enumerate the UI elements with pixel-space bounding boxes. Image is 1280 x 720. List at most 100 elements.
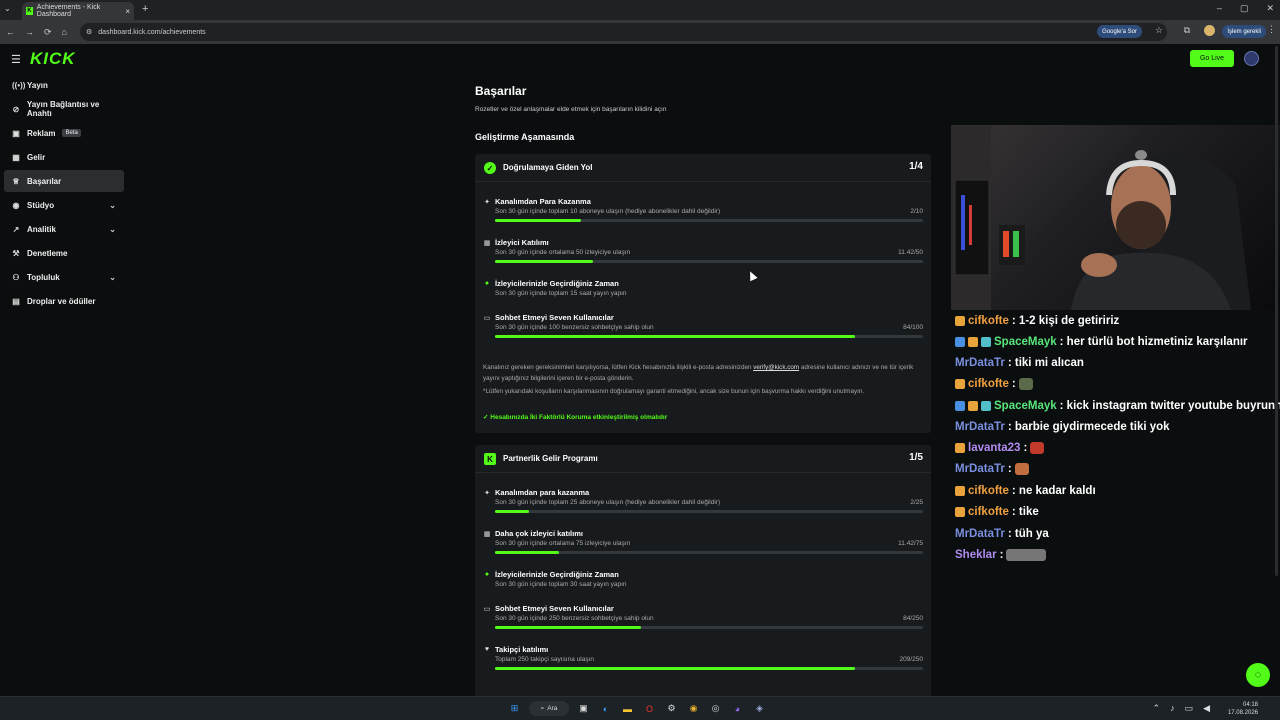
chat-text: : ne kadar kaldı xyxy=(1011,485,1096,497)
back-icon[interactable]: ← xyxy=(6,27,15,38)
sidebar-item-droplar[interactable]: ▤ Droplar ve ödüller xyxy=(4,290,124,312)
sidebar-item-stream-key[interactable]: ⊘ Yayın Bağlantısı ve Anahtı xyxy=(4,98,124,120)
chat-username[interactable]: cifkofte xyxy=(968,378,1009,390)
minimize-icon[interactable]: – xyxy=(1217,3,1222,14)
bookmark-star-icon[interactable]: ☆ xyxy=(1155,25,1163,36)
search-icon: ⌕ xyxy=(540,704,545,712)
extensions-icon[interactable]: ⧉ xyxy=(1184,25,1190,36)
browser-menu-icon[interactable]: ⋮ xyxy=(1267,24,1276,35)
obs-icon[interactable]: ◎ xyxy=(708,701,723,716)
maximize-icon[interactable]: ▢ xyxy=(1240,3,1249,14)
requirement-title: Takipçi katılımı xyxy=(495,645,549,654)
sidebar-item-analitik[interactable]: ↗ Analitik ⌄ xyxy=(4,218,124,240)
site-info-icon[interactable]: ⚙ xyxy=(86,28,92,36)
chat-text: : kick instagram twitter youtube buyrunn xyxy=(1059,400,1280,412)
chat-username[interactable]: MrDataTr xyxy=(955,421,1005,433)
profile-avatar[interactable] xyxy=(1204,25,1215,36)
settings-icon[interactable]: ⚙ xyxy=(664,701,679,716)
steam-icon[interactable]: ◈ xyxy=(752,701,767,716)
subscriber-badge-icon xyxy=(955,379,965,389)
page-scrollbar[interactable] xyxy=(1275,46,1278,576)
tray-chevron-icon[interactable]: ⌃ xyxy=(1153,703,1161,714)
close-window-icon[interactable]: ✕ xyxy=(1266,3,1274,14)
sidebar-item-label: Yayın xyxy=(27,80,48,90)
sidebar-item-label: Gelir xyxy=(27,152,46,162)
chat-text: : barbie giydirmecede tiki yok xyxy=(1007,421,1170,433)
chat-icon: ▭ xyxy=(483,606,491,613)
requirement-desc: Son 30 gün içinde 100 benzersiz sohbetçi… xyxy=(495,324,654,331)
support-chat-button[interactable]: ◌ xyxy=(1246,663,1270,687)
sidebar-item-label: Denetleme xyxy=(27,248,68,258)
forward-icon[interactable]: → xyxy=(25,27,34,38)
requirement-title: İzleyici Katılımı xyxy=(495,238,549,247)
subscriber-badge-icon xyxy=(955,486,965,496)
moderator-badge-icon xyxy=(955,401,965,411)
requirement-value: 209/250 xyxy=(899,656,924,663)
chat-username[interactable]: cifkofte xyxy=(968,506,1009,518)
sidebar-item-basarilar[interactable]: ♕ Başarılar xyxy=(4,170,124,192)
requirement-value: 11.42/50 xyxy=(898,249,923,256)
home-icon[interactable]: ⌂ xyxy=(62,27,67,38)
chat-username[interactable]: lavanta23 xyxy=(968,442,1020,454)
sidebar-item-studyo[interactable]: ◉ Stüdyo ⌄ xyxy=(4,194,124,216)
sidebar-item-gelir[interactable]: ▦ Gelir xyxy=(4,146,124,168)
chat-message: MrDataTr : xyxy=(955,461,1029,477)
chrome-icon[interactable]: ◉ xyxy=(686,701,701,716)
page-subtitle: Rozetler ve özel anlaşmalar elde etmek i… xyxy=(475,106,667,113)
chat-icon: ▭ xyxy=(483,315,491,322)
chat-username[interactable]: MrDataTr xyxy=(955,357,1005,369)
tab-search-icon[interactable]: ⌄ xyxy=(4,4,11,13)
user-avatar[interactable] xyxy=(1244,51,1259,66)
requirement-item: ✦ Kanalımdan Para Kazanma Son 30 gün içi… xyxy=(483,196,923,226)
chat-username[interactable]: cifkofte xyxy=(968,485,1009,497)
clock-date: 17.08.2026 xyxy=(1227,710,1258,716)
new-tab-icon[interactable]: + xyxy=(142,3,148,15)
taskbar-search[interactable]: ⌕ Ara xyxy=(529,701,569,716)
google-ask-button[interactable]: Google'a Sor xyxy=(1097,25,1142,38)
sidebar-item-label: Reklam xyxy=(27,128,56,138)
sidebar-item-reklam[interactable]: ▣ Reklam Beta xyxy=(4,122,124,144)
discord-icon[interactable]: ◕ xyxy=(730,701,745,716)
webcam-overlay xyxy=(951,125,1280,310)
chat-username[interactable]: SpaceMayk xyxy=(994,336,1057,348)
chat-username[interactable]: MrDataTr xyxy=(955,528,1005,540)
volume-icon[interactable]: ◀ xyxy=(1203,703,1210,714)
reload-icon[interactable]: ⟳ xyxy=(44,27,52,38)
chat-username[interactable]: MrDataTr xyxy=(955,463,1005,475)
emote-icon xyxy=(1006,549,1047,561)
sparkle-icon: ✦ xyxy=(484,490,490,497)
go-live-button[interactable]: Go Live xyxy=(1190,50,1234,67)
sidebar-item-denetleme[interactable]: ⚒ Denetleme xyxy=(4,242,124,264)
vip-badge-icon xyxy=(981,337,991,347)
browser-tab[interactable]: K Achievements - Kick Dashboard × xyxy=(22,2,134,20)
chat-username[interactable]: SpaceMayk xyxy=(994,400,1057,412)
chat-username[interactable]: Sheklar xyxy=(955,549,997,561)
sidebar-item-topluluk[interactable]: ⚇ Topluluk ⌄ xyxy=(4,266,124,288)
card-header: K Partnerlik Gelir Programı 1/5 xyxy=(475,445,931,473)
file-explorer-icon[interactable]: ▬ xyxy=(620,701,635,716)
microphone-icon[interactable]: ♪ xyxy=(1170,703,1175,714)
sidebar: ((•)) Yayın ⊘ Yayın Bağlantısı ve Anahtı… xyxy=(0,74,130,696)
network-icon[interactable]: ▭ xyxy=(1185,703,1194,714)
requirement-title: İzleyicilerinizle Geçirdiğiniz Zaman xyxy=(495,570,619,579)
chat-message: MrDataTr : tüh ya xyxy=(955,526,1049,542)
url-field[interactable]: ⚙ dashboard.kick.com/achievements xyxy=(80,23,1167,41)
chat-message: SpaceMayk : kick instagram twitter youtu… xyxy=(955,398,1280,414)
task-view-icon[interactable]: ▣ xyxy=(576,701,591,716)
menu-icon[interactable]: ☰ xyxy=(11,53,21,66)
taskbar-clock[interactable]: 04:18 17.08.2026 xyxy=(1228,701,1258,717)
edge-icon[interactable]: ◐ xyxy=(598,701,613,716)
opera-icon[interactable]: O xyxy=(642,701,657,716)
system-tray: ⌃ ♪ ▭ ◀ xyxy=(1153,703,1210,714)
kick-logo[interactable]: KICK xyxy=(30,49,76,69)
verify-email-link[interactable]: verify@kick.com xyxy=(753,364,799,371)
tab-close-icon[interactable]: × xyxy=(125,7,130,16)
requirement-title: Kanalımdan para kazanma xyxy=(495,488,590,497)
webcam-feed xyxy=(951,125,1251,310)
sidebar-item-yayin[interactable]: ((•)) Yayın xyxy=(4,74,124,96)
windows-start-icon[interactable]: ⊞ xyxy=(507,701,522,716)
chevron-down-icon: ⌄ xyxy=(109,224,116,234)
chat-username[interactable]: cifkofte xyxy=(968,315,1009,327)
broadcast-icon: ((•)) xyxy=(12,80,26,90)
action-required-button[interactable]: İşlem gerekli xyxy=(1222,25,1266,38)
